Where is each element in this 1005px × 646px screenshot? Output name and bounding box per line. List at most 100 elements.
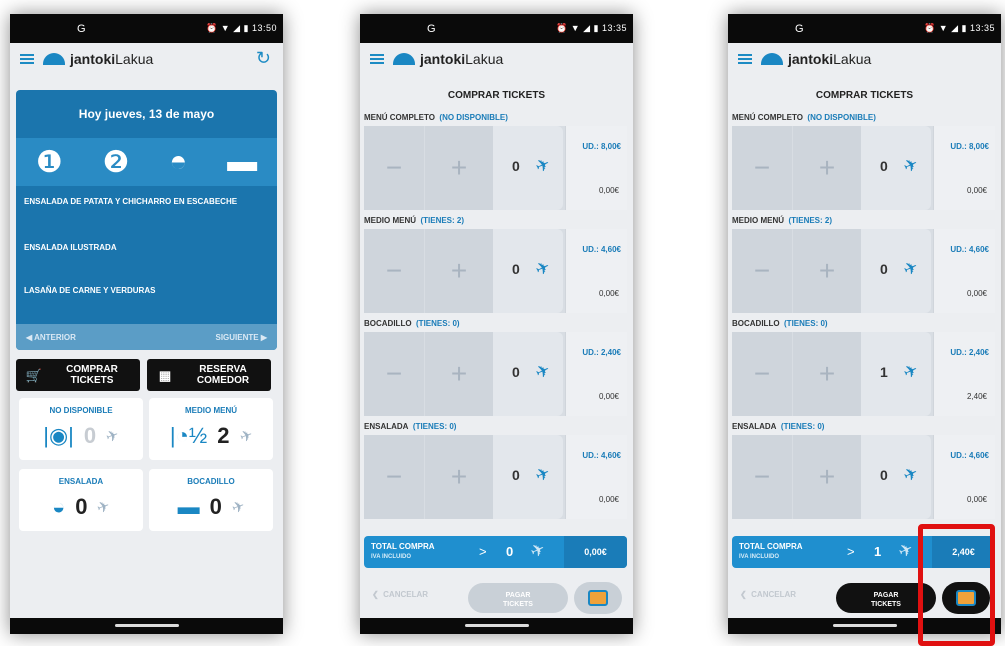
- page-title: COMPRAR TICKETS: [815, 90, 914, 101]
- increment-button[interactable]: +: [793, 332, 861, 416]
- status-right: ⏰ ▼ ◢ ▮ 13:35: [555, 23, 627, 33]
- decrement-button[interactable]: −: [732, 126, 792, 210]
- cancel-button[interactable]: ❮ CANCELAR: [372, 590, 428, 599]
- status-bar: G ⏰ ▼ ◢ ▮ 13:50: [10, 14, 283, 43]
- quantity-value: 0: [880, 261, 888, 277]
- quantity-value: 0: [512, 364, 520, 380]
- subtotal: 0,00€: [598, 495, 619, 504]
- ticket-selector: − + 0 ✈ UD.: 8,00€ 0,00€: [364, 126, 627, 210]
- next-day-button[interactable]: SIGUIENTE ▶: [216, 333, 268, 342]
- app-brand: jantokiLakua: [70, 51, 154, 67]
- increment-button[interactable]: +: [425, 229, 493, 313]
- app-bar: jantokiLakua: [728, 43, 1001, 75]
- increment-button[interactable]: +: [793, 126, 861, 210]
- decrement-button[interactable]: −: [364, 229, 424, 313]
- phone-buy-tickets-empty: G ⏰ ▼ ◢ ▮ 13:35 jantokiLakua COMPRAR TIC…: [360, 14, 633, 634]
- price-column: [565, 332, 627, 416]
- dish-item: ENSALADA DE PATATA Y CHICHARRO EN ESCABE…: [24, 197, 238, 206]
- buy-tickets-label: COMPRAR TICKETS: [66, 364, 118, 386]
- section-label: MENÚ COMPLETO (NO DISPONIBLE): [732, 113, 876, 122]
- decrement-button[interactable]: −: [732, 435, 792, 519]
- tile-label: ENSALADA: [58, 477, 104, 486]
- decrement-button[interactable]: −: [364, 435, 424, 519]
- section-label: MEDIO MENÚ (TIENES: 2): [732, 216, 833, 225]
- decrement-button[interactable]: −: [732, 229, 792, 313]
- total-quantity: 1: [874, 544, 882, 559]
- increment-button[interactable]: +: [793, 435, 861, 519]
- ticket-selector: − + 0 ✈ UD.: 4,60€ 0,00€: [732, 229, 995, 313]
- hamburger-menu-icon[interactable]: [20, 54, 34, 64]
- increment-button[interactable]: +: [425, 126, 493, 210]
- total-purchase-bar: TOTAL COMPRA IVA INCLUIDO > 0 ✈ 0,00€: [364, 536, 627, 568]
- cart-icon: 🛒: [25, 367, 43, 383]
- reserve-dining-button[interactable]: ▦ RESERVA COMEDOR: [147, 359, 271, 391]
- status-left: G: [426, 22, 436, 35]
- decrement-button[interactable]: −: [364, 332, 424, 416]
- menu-type-icons: ❶ ❷ ◓ ▬: [16, 138, 277, 186]
- cancel-button[interactable]: ❮ CANCELAR: [740, 590, 796, 599]
- increment-button[interactable]: +: [425, 332, 493, 416]
- ticket-icon: ✈: [527, 538, 549, 563]
- ticket-icon: ✈: [237, 426, 255, 447]
- increment-button[interactable]: +: [793, 229, 861, 313]
- subtotal: 2,40€: [966, 392, 987, 401]
- previous-day-button[interactable]: ◀ ANTERIOR: [26, 333, 76, 342]
- action-row: ❮ CANCELAR PAGAR TICKETS: [360, 580, 633, 616]
- ticket-tile-sandwich[interactable]: BOCADILLO ▬ 0 ✈: [149, 469, 273, 531]
- decrement-button[interactable]: −: [364, 126, 424, 210]
- quantity-value: 1: [880, 364, 888, 380]
- ticket-selector: − + 1 ✈ UD.: 2,40€ 2,40€: [732, 332, 995, 416]
- quantity-area: [493, 435, 563, 519]
- calendar-icon: ▦: [158, 367, 172, 383]
- home-gesture-pill[interactable]: [114, 624, 179, 627]
- status-left: G: [794, 22, 804, 35]
- meal-icon: |◉|: [43, 423, 74, 448]
- refresh-icon[interactable]: ↻: [256, 48, 271, 69]
- ticket-tile-half-menu[interactable]: MEDIO MENÚ |◔½ 2 ✈: [149, 398, 273, 460]
- unit-price: UD.: 4,60€: [582, 245, 621, 254]
- subtotal: 0,00€: [966, 289, 987, 298]
- system-nav-bar: [360, 618, 633, 634]
- increment-button[interactable]: +: [425, 435, 493, 519]
- home-gesture-pill[interactable]: [832, 624, 897, 627]
- ticket-icon: ✈: [895, 538, 917, 563]
- quantity-value: 0: [880, 158, 888, 174]
- daily-menu-card: Hoy jueves, 13 de mayo ❶ ❷ ◓ ▬ ENSALADA …: [16, 90, 277, 350]
- section-label: BOCADILLO (TIENES: 0): [364, 319, 460, 328]
- pie-icon: ◓: [169, 145, 188, 178]
- ticket-selector: − + 0 ✈ UD.: 2,40€ 0,00€: [364, 332, 627, 416]
- dish-item: ENSALADA ILUSTRADA: [24, 243, 117, 252]
- quantity-value: 0: [512, 158, 520, 174]
- unit-price: UD.: 4,60€: [582, 451, 621, 460]
- hamburger-menu-icon[interactable]: [738, 54, 752, 64]
- ticket-icon: ✈: [95, 497, 113, 518]
- hamburger-menu-icon[interactable]: [370, 54, 384, 64]
- price-column: [565, 435, 627, 519]
- quantity-area: [861, 126, 931, 210]
- total-label: TOTAL COMPRA IVA INCLUIDO: [739, 542, 803, 560]
- ticket-selector: − + 0 ✈ UD.: 8,00€ 0,00€: [732, 126, 995, 210]
- decrement-button[interactable]: −: [732, 332, 792, 416]
- ticket-tile-full-menu[interactable]: NO DISPONIBLE |◉| 0 ✈: [19, 398, 143, 460]
- home-gesture-pill[interactable]: [464, 624, 529, 627]
- price-column: [933, 332, 995, 416]
- status-bar: G ⏰ ▼ ◢ ▮ 13:35: [360, 14, 633, 43]
- unit-price: UD.: 4,60€: [950, 451, 989, 460]
- ticket-selector: − + 0 ✈ UD.: 4,60€ 0,00€: [364, 435, 627, 519]
- subtotal: 0,00€: [598, 392, 619, 401]
- quantity-value: 0: [512, 467, 520, 483]
- ticket-tile-salad[interactable]: ENSALADA ◒ 0 ✈: [19, 469, 143, 531]
- subtotal: 0,00€: [598, 289, 619, 298]
- tile-count: 0: [83, 423, 97, 448]
- unit-price: UD.: 8,00€: [582, 142, 621, 151]
- section-label: MEDIO MENÚ (TIENES: 2): [364, 216, 465, 225]
- section-label: ENSALADA (TIENES: 0): [364, 422, 457, 431]
- salad-icon: ◒: [51, 494, 66, 519]
- sandwich-icon: ▬: [177, 494, 200, 519]
- price-column: [933, 435, 995, 519]
- price-column: [565, 126, 627, 210]
- buy-tickets-button[interactable]: 🛒 COMPRAR TICKETS: [16, 359, 140, 391]
- menu-date: Hoy jueves, 13 de mayo: [78, 107, 215, 121]
- pay-tickets-button[interactable]: PAGAR TICKETS: [468, 583, 568, 613]
- wallet-button[interactable]: [574, 582, 622, 614]
